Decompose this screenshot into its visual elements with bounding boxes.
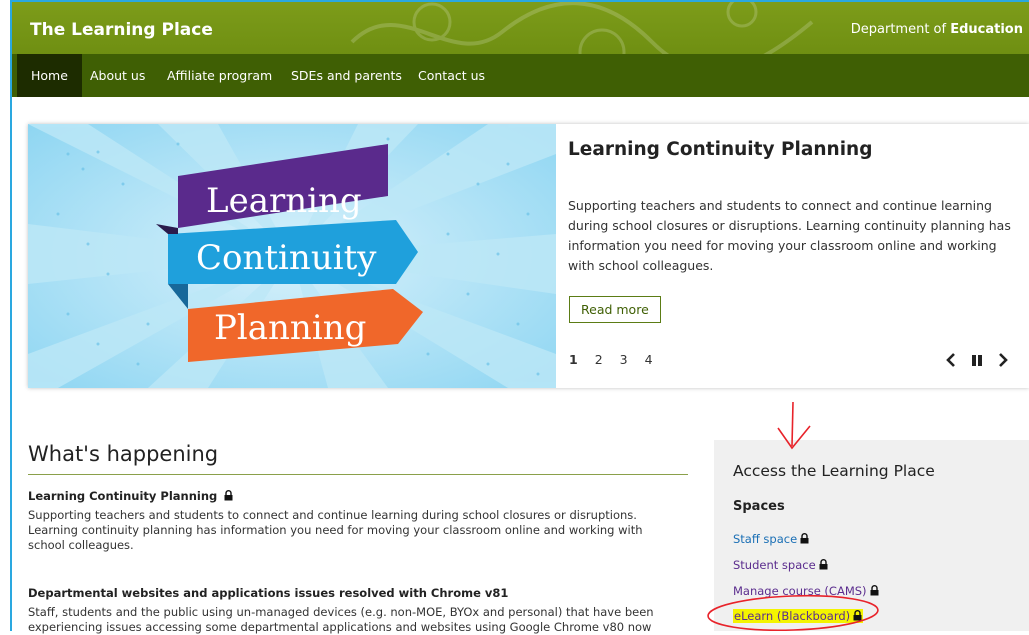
banner-word-2: Continuity bbox=[196, 238, 377, 278]
pager-page-1[interactable]: 1 bbox=[569, 352, 578, 367]
lock-icon bbox=[819, 559, 828, 570]
pager-page-3[interactable]: 3 bbox=[620, 352, 628, 367]
hero-title: Learning Continuity Planning bbox=[568, 139, 873, 160]
highlighted-link-label: eLearn (Blackboard) bbox=[733, 609, 864, 623]
nav-item-home[interactable]: Home bbox=[17, 54, 82, 97]
nav-item-contact-us[interactable]: Contact us bbox=[404, 54, 499, 97]
carousel-controls bbox=[942, 350, 1014, 370]
news-item-title[interactable]: Learning Continuity Planning bbox=[28, 489, 233, 503]
nav-item-affiliate-program[interactable]: Affiliate program bbox=[153, 54, 286, 97]
lock-icon bbox=[224, 490, 233, 501]
pager-page-2[interactable]: 2 bbox=[595, 352, 603, 367]
link-label: Manage course (CAMS) bbox=[733, 584, 867, 598]
link-label: Student space bbox=[733, 558, 816, 572]
site-header: The Learning Place Department of Educati… bbox=[12, 2, 1029, 54]
hero-banner-image[interactable]: Learning Continuity Planning bbox=[28, 124, 556, 388]
banner-word-1: Learning bbox=[206, 181, 362, 221]
lock-icon bbox=[870, 585, 879, 596]
lock-icon bbox=[853, 610, 862, 621]
hero-carousel: Learning Continuity Planning Learning Co… bbox=[28, 124, 1029, 388]
previous-icon[interactable] bbox=[942, 350, 960, 370]
nav-item-sdes-and-parents[interactable]: SDEs and parents bbox=[277, 54, 416, 97]
access-panel-title: Access the Learning Place bbox=[733, 462, 935, 480]
heading-divider bbox=[28, 474, 688, 475]
whats-happening-heading: What's happening bbox=[28, 442, 219, 466]
news-title-text: Learning Continuity Planning bbox=[28, 489, 218, 503]
link-label: eLearn (Blackboard) bbox=[734, 609, 851, 623]
dept-name: Education bbox=[950, 22, 1023, 37]
elearn-blackboard-link[interactable]: eLearn (Blackboard) bbox=[733, 609, 864, 623]
staff-space-link[interactable]: Staff space bbox=[733, 532, 809, 546]
department-logo[interactable]: Department of Education bbox=[851, 22, 1023, 37]
site-title[interactable]: The Learning Place bbox=[30, 20, 213, 40]
carousel-pager: 1 2 3 4 bbox=[569, 352, 666, 367]
main-nav: Home About us Affiliate program SDEs and… bbox=[12, 54, 1029, 97]
student-space-link[interactable]: Student space bbox=[733, 558, 828, 572]
hero-description: Supporting teachers and students to conn… bbox=[568, 198, 1011, 273]
next-icon[interactable] bbox=[994, 350, 1012, 370]
manage-course-link[interactable]: Manage course (CAMS) bbox=[733, 584, 879, 598]
pager-page-4[interactable]: 4 bbox=[645, 352, 653, 367]
news-item-body: Supporting teachers and students to conn… bbox=[28, 508, 643, 552]
hero-content: Learning Continuity Planning Supporting … bbox=[568, 124, 1028, 388]
news-item-title[interactable]: Departmental websites and applications i… bbox=[28, 586, 508, 600]
nav-item-about-us[interactable]: About us bbox=[76, 54, 159, 97]
pause-icon[interactable] bbox=[968, 350, 986, 370]
spaces-heading: Spaces bbox=[733, 499, 785, 514]
dept-prefix: Department of bbox=[850, 22, 951, 37]
read-more-button[interactable]: Read more bbox=[569, 296, 661, 323]
lock-icon bbox=[800, 533, 809, 544]
header-decoration bbox=[350, 2, 814, 54]
banner-word-3: Planning bbox=[214, 308, 366, 348]
link-label: Staff space bbox=[733, 532, 798, 546]
access-panel: Access the Learning Place Spaces Staff s… bbox=[714, 440, 1029, 631]
